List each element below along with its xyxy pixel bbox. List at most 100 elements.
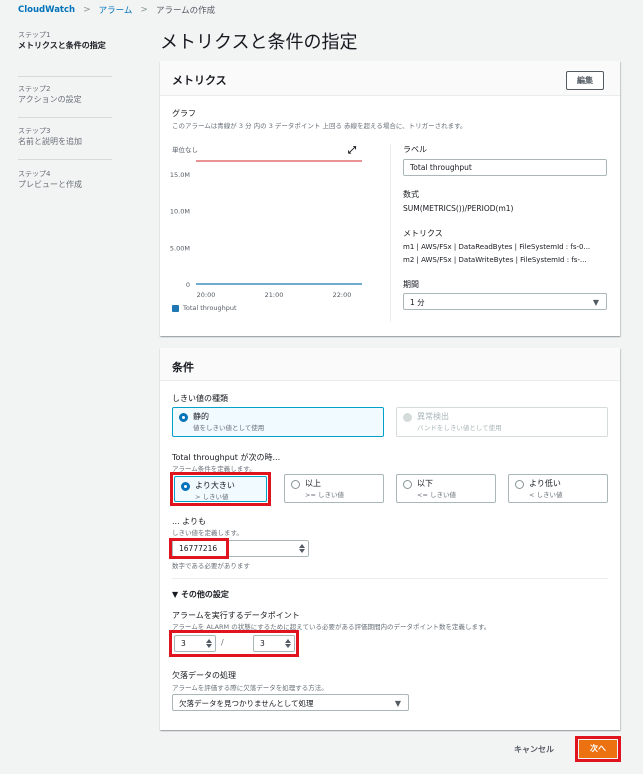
datapoints-separator: / (221, 638, 224, 647)
step-title: メトリクスと条件の指定 (18, 41, 106, 50)
panel-divider (390, 144, 391, 322)
edit-button[interactable]: 編集 (566, 71, 604, 90)
step-2: ステップ2 アクションの設定 (18, 84, 114, 105)
y-tick-label: 5.00M (170, 244, 190, 252)
x-tick-label: 21:00 (265, 291, 284, 299)
highlight-box (169, 538, 229, 559)
datapoints-b-input[interactable]: 3 (253, 635, 295, 652)
anomaly-desc: バンドをしきい値として使用 (417, 424, 502, 432)
graph-label: グラフ (172, 109, 196, 118)
period-select[interactable]: 1 分 ▼ (403, 293, 607, 310)
page-title: メトリクスと条件の指定 (160, 32, 358, 53)
chevron-right-icon: > (140, 5, 148, 15)
y-tick-label: 10.0M (170, 208, 190, 216)
step-title: 名前と説明を追加 (18, 137, 82, 146)
radio-selected[interactable] (179, 413, 188, 422)
missing-data-select[interactable]: 欠落データを見つかりませんとして処理 ▼ (172, 694, 409, 711)
step-number: ステップ1 (18, 31, 51, 39)
caret-down-icon: ▼ (394, 699, 401, 708)
anomaly-option[interactable]: 異常検出 バンドをしきい値として使用 (396, 407, 608, 437)
conditions-header: 条件 (160, 348, 620, 381)
conditions-title: 条件 (172, 361, 194, 374)
step-4: ステップ4 プレビューと作成 (18, 169, 114, 190)
step-number: ステップ2 (18, 85, 51, 93)
breadcrumb-alarms[interactable]: アラーム (99, 4, 133, 16)
missing-data-value: 欠落データを見つかりませんとして処理 (179, 699, 314, 708)
caret-down-icon: ▼ (172, 590, 181, 599)
option-desc: < しきい値 (529, 491, 563, 499)
caret-down-icon: ▼ (592, 298, 599, 307)
step-title: アクションの設定 (18, 95, 82, 104)
x-tick-label: 20:00 (197, 291, 216, 299)
metrics-panel: メトリクス 編集 グラフ このアラームは青線が 3 分 内の 3 データポイント… (160, 61, 620, 336)
missing-desc: アラームを評価する際に欠落データを処理する方法。 (172, 684, 328, 692)
option-title: 以上 (305, 479, 321, 488)
lower-option[interactable]: より低い < しきい値 (508, 474, 608, 503)
greater-option[interactable]: より大きい > しきい値 (174, 476, 267, 502)
stepper-icon[interactable] (205, 638, 212, 649)
option-title: 以下 (417, 479, 433, 488)
breadcrumb: CloudWatch > アラーム > アラームの作成 (18, 4, 215, 16)
greater-equal-option[interactable]: 以上 >= しきい値 (284, 474, 384, 503)
next-button[interactable]: 次へ (579, 740, 617, 758)
less-equal-option[interactable]: 以下 <= しきい値 (396, 474, 496, 503)
step-number: ステップ3 (18, 127, 51, 135)
metric-m1: m1 | AWS/FSx | DataReadBytes | FileSyste… (403, 243, 591, 251)
y-tick-label: 0 (186, 281, 190, 289)
anomaly-title: 異常検出 (417, 412, 449, 421)
throughput-chart: 15.0M 10.0M 5.00M 0 20:00 21:00 22:00 (170, 160, 362, 299)
label-title: ラベル (403, 145, 427, 154)
cancel-button[interactable]: キャンセル (514, 744, 554, 755)
step-1: ステップ1 メトリクスと条件の指定 (18, 30, 114, 51)
missing-label: 欠落データの処理 (172, 671, 236, 680)
option-desc: >= しきい値 (305, 491, 344, 499)
radio-selected[interactable] (181, 482, 190, 491)
than-desc: しきい値を定義します。 (172, 529, 243, 537)
breadcrumb-current: アラームの作成 (155, 6, 216, 16)
option-title: より低い (529, 479, 561, 488)
metrics-list-title: メトリクス (403, 229, 443, 238)
legend-swatch (172, 304, 179, 312)
formula-value: SUM(METRICS())/PERIOD(m1) (403, 204, 514, 213)
breadcrumb-cloudwatch[interactable]: CloudWatch (18, 5, 75, 15)
static-title: 静的 (193, 412, 209, 421)
step-divider (18, 159, 112, 160)
period-value: 1 分 (410, 298, 425, 307)
period-title: 期間 (403, 280, 419, 289)
option-desc: > しきい値 (195, 493, 229, 501)
static-option[interactable]: 静的 値をしきい値として使用 (172, 407, 384, 437)
than-label: ... よりも (172, 517, 207, 526)
datapoints-label: アラームを実行するデータポイント (172, 611, 300, 620)
conditions-panel: 条件 しきい値の種類 静的 値をしきい値として使用 異常検出 バンドをしきい値と… (160, 348, 620, 730)
step-number: ステップ4 (18, 170, 51, 178)
threshold-type-label: しきい値の種類 (172, 394, 228, 403)
legend-label: Total throughput (183, 304, 237, 312)
option-title: より大きい (195, 481, 235, 490)
datapoints-a-input[interactable]: 3 (174, 635, 216, 652)
datapoints-a-value: 3 (181, 639, 186, 648)
metrics-title: メトリクス (172, 74, 227, 87)
radio-unselected[interactable] (403, 480, 412, 489)
step-title: プレビューと作成 (18, 180, 82, 189)
label-input[interactable]: Total throughput (403, 159, 607, 176)
y-tick-label: 15.0M (170, 171, 190, 179)
graph-description: このアラームは青線が 3 分 内の 3 データポイント 上回る 赤線を超える場合… (172, 122, 467, 130)
metric-m2: m2 | AWS/FSx | DataWriteBytes | FileSyst… (403, 256, 587, 264)
radio-unselected[interactable] (291, 480, 300, 489)
radio-disabled (403, 413, 412, 422)
chart-legend: Total throughput (172, 304, 237, 312)
x-tick-label: 22:00 (333, 291, 352, 299)
stepper-icon[interactable] (298, 543, 305, 554)
static-desc: 値をしきい値として使用 (193, 424, 265, 432)
additional-settings-toggle[interactable]: ▼ その他の設定 (172, 589, 229, 600)
than-hint: 数字である必要があります (172, 562, 250, 570)
option-desc: <= しきい値 (417, 491, 456, 499)
when-label: Total throughput が次の時... (172, 453, 281, 462)
chevron-right-icon: > (83, 5, 91, 15)
stepper-icon[interactable] (284, 638, 291, 649)
metrics-header: メトリクス 編集 (160, 61, 620, 96)
step-3: ステップ3 名前と説明を追加 (18, 126, 114, 147)
radio-unselected[interactable] (515, 480, 524, 489)
section-divider (172, 578, 608, 579)
formula-title: 数式 (403, 190, 419, 199)
